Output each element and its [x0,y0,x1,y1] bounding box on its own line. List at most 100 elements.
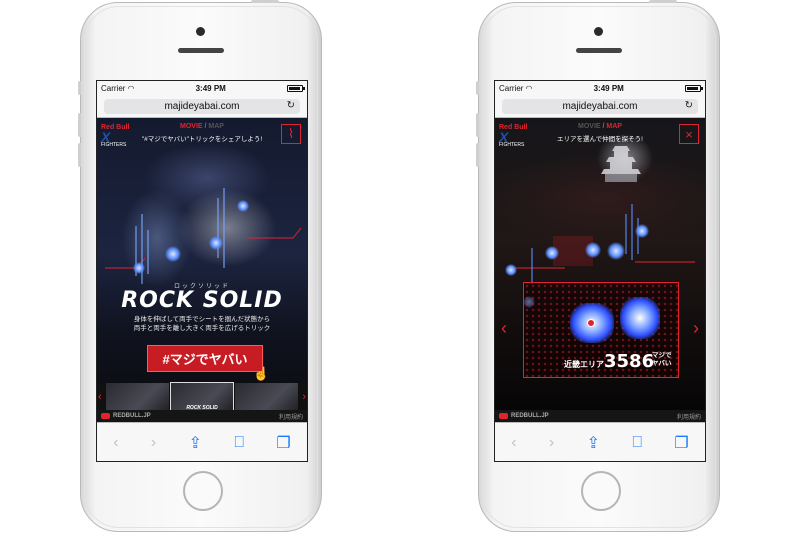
screen: Carrier ◠ 3:49 PM majideyabai.com ↻ Red … [96,80,308,462]
page-footer: REDBULL.JP 利用規約 [97,410,307,422]
terms-link[interactable]: 利用規約 [677,412,701,421]
web-content: Red Bull X FIGHTERS MOVIE / MAP "#マジでヤバい… [97,118,307,422]
redbull-link-label: REDBULL.JP [511,413,549,419]
region-dot [505,264,517,276]
carrier-label: Carrier [101,84,126,93]
reload-icon[interactable]: ↻ [287,100,295,111]
redbull-link-label: REDBULL.JP [113,413,151,419]
tab-movie[interactable]: MOVIE [180,123,203,130]
count-unit: マジで ヤバい [652,352,672,368]
area-label: 近畿エリア [564,360,604,369]
terms-link[interactable]: 利用規約 [279,412,303,421]
tab-map[interactable]: MAP [208,123,224,130]
motion-trail [105,188,302,284]
back-icon[interactable]: ‹ [113,434,118,452]
mute-switch [78,81,81,95]
power-button [649,0,677,3]
trail-dot [237,200,249,212]
description-line: 身体を伸ばして両手でシートを掴んだ状態から [133,316,271,323]
forward-icon[interactable]: › [549,434,554,452]
region-dot [607,242,625,260]
redbull-link[interactable]: REDBULL.JP [499,413,549,419]
carrier-label: Carrier [499,84,524,93]
url-text: majideyabai.com [562,101,638,112]
location-pin-icon [587,319,595,327]
web-content: Red Bull X FIGHTERS MOVIE / MAP エリアを選んで仲… [495,118,705,422]
url-text: majideyabai.com [164,101,240,112]
view-tabs: MOVIE / MAP [97,123,307,130]
region-dot [635,224,649,238]
status-bar: Carrier ◠ 3:49 PM [97,81,307,96]
area-detail-panel[interactable]: 近畿エリア 3586 マジで ヤバい [523,282,679,378]
address-bar: majideyabai.com ↻ [97,96,307,118]
trick-thumbnail[interactable] [235,383,299,413]
volume-down-button [78,143,81,167]
page-subtitle: "#マジでヤバい"トリックをシェアしよう! [141,136,263,143]
battery-icon [684,85,703,92]
url-field[interactable]: majideyabai.com ↻ [104,99,300,114]
heat-blob [620,297,660,339]
bookmarks-icon[interactable]: ⎕ [234,434,244,452]
count-unit-line: ヤバい [652,360,672,367]
redbull-link[interactable]: REDBULL.JP [101,413,151,419]
signal-bar [625,214,627,254]
reload-icon[interactable]: ↻ [685,100,693,111]
description-line: 両手と両手を離し大きく両手を広げるトリック [133,325,271,332]
strip-next-icon[interactable]: › [302,391,306,403]
power-button [251,0,279,3]
signal-bar [631,204,633,260]
area-prev-icon[interactable]: ‹ [501,318,507,339]
trail-bar-3 [147,230,149,274]
page-footer: REDBULL.JP 利用規約 [495,410,705,422]
area-next-icon[interactable]: › [693,318,699,339]
volume-down-button [476,143,479,167]
majideyabai-button[interactable]: #マジでヤバい [147,345,263,372]
front-camera [196,27,205,36]
back-icon[interactable]: ‹ [511,434,516,452]
earpiece-speaker [576,48,622,53]
bookmarks-icon[interactable]: ⎕ [632,434,642,452]
trail-bar-5 [223,188,225,268]
trail-line-2 [247,227,302,239]
share-icon[interactable]: ⇪ [587,433,600,453]
volume-up-button [476,113,479,137]
trick-thumbnail[interactable] [106,383,169,413]
battery-icon [286,85,305,92]
trail-dot [133,262,145,274]
strip-prev-icon[interactable]: ‹ [98,391,102,403]
address-bar: majideyabai.com ↻ [495,96,705,118]
home-button[interactable] [581,471,621,511]
trail-dot [165,246,181,262]
japan-map-icon: ⌇ [287,126,295,141]
carrier-indicator: Carrier ◠ [499,84,532,93]
trail-dot [209,236,223,250]
home-button[interactable] [183,471,223,511]
trick-title: ROCK SOLID [121,288,283,313]
signal-bar [531,248,533,284]
tabs-icon[interactable]: ❐ [276,433,290,453]
clock: 3:49 PM [195,84,226,93]
status-bar: Carrier ◠ 3:49 PM [495,81,705,96]
wifi-icon: ◠ [525,84,533,93]
tab-separator: / [204,123,207,130]
wifi-icon: ◠ [127,84,135,93]
safari-toolbar: ‹ › ⇪ ⎕ ❐ [495,422,705,461]
carrier-indicator: Carrier ◠ [101,84,134,93]
map-toggle-button[interactable]: ⌇ [281,124,301,144]
region-dot [585,242,601,258]
trick-thumbnail-selected[interactable]: ROCK SOLID [169,382,235,414]
safari-toolbar: ‹ › ⇪ ⎕ ❐ [97,422,307,461]
front-camera [594,27,603,36]
earpiece-speaker [178,48,224,53]
trick-description: 身体を伸ばして両手でシートを掴んだ状態から 両手と両手を離し大きく両手を広げるト… [121,315,283,333]
region-dot [545,246,559,260]
share-icon[interactable]: ⇪ [189,433,202,453]
bull-icon [499,413,508,419]
url-field[interactable]: majideyabai.com ↻ [502,99,698,114]
bull-icon [101,413,110,419]
tabs-icon[interactable]: ❐ [674,433,688,453]
pointer-hand-icon: ☝ [253,366,270,381]
forward-icon[interactable]: › [151,434,156,452]
screen: Carrier ◠ 3:49 PM majideyabai.com ↻ Red … [494,80,706,462]
trick-thumbnail-strip: ROCK SOLID [97,382,307,414]
